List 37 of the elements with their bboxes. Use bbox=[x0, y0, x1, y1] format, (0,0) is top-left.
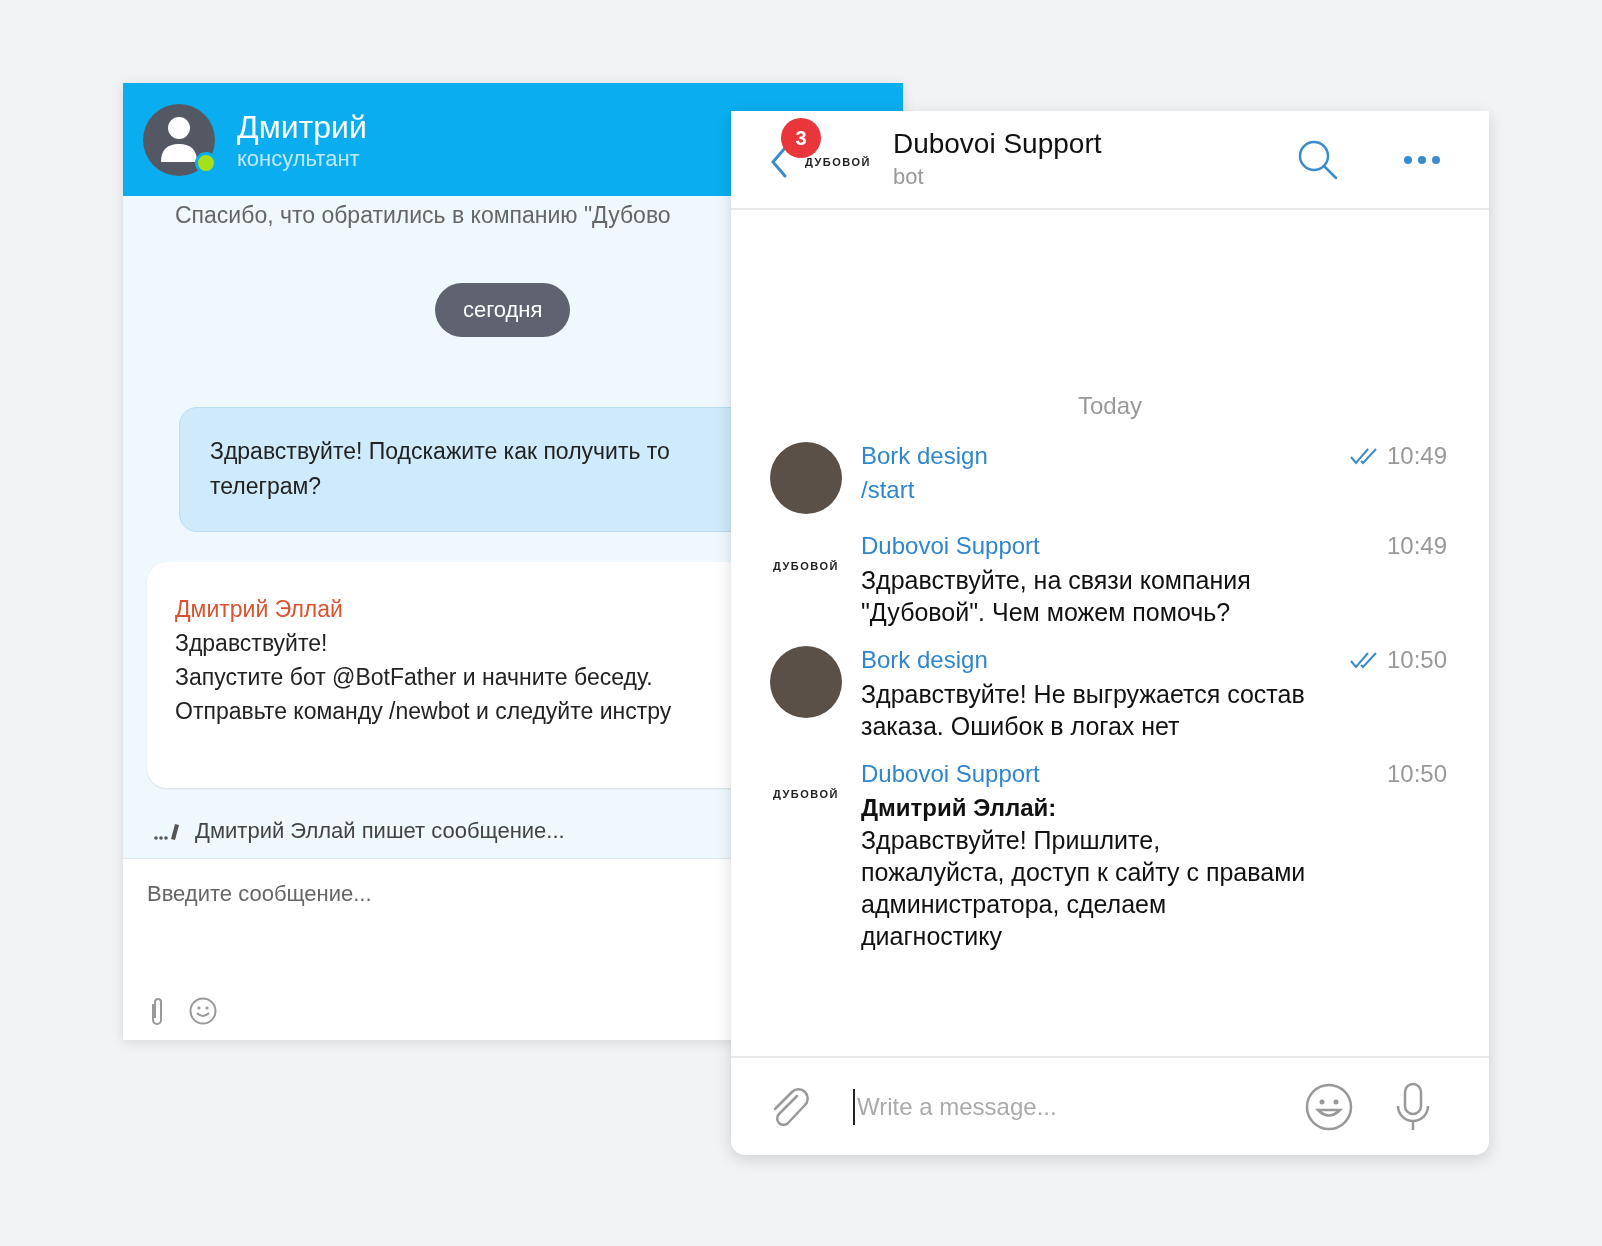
search-icon[interactable] bbox=[1297, 138, 1339, 181]
sender-name[interactable]: Bork design bbox=[861, 438, 988, 474]
message-text-line: телеграм? bbox=[210, 472, 322, 501]
consultant-name: Дмитрий bbox=[237, 107, 367, 146]
message-text-line: Запустите бот @BotFather и начните беседу. bbox=[175, 662, 653, 692]
consultant-role: консультант bbox=[237, 145, 361, 172]
sender-name[interactable]: Dubovoi Support bbox=[861, 528, 1040, 564]
message-text: Здравствуйте! Не выгружается состав заказа. Ошибок в логах нет bbox=[861, 679, 1306, 742]
more-options-icon[interactable] bbox=[1403, 154, 1441, 165]
message-time: 10:50 bbox=[1386, 759, 1447, 789]
date-separator: Today bbox=[1077, 391, 1142, 421]
message-author: Дмитрий Эллай: bbox=[861, 793, 1058, 823]
message-text-line: Отправьте команду /newbot и следуйте инстру bbox=[175, 696, 672, 726]
message-time: 10:49 bbox=[1386, 441, 1447, 471]
emoji-icon[interactable] bbox=[1305, 1082, 1353, 1131]
message-input[interactable]: Введите сообщение... bbox=[147, 877, 707, 910]
message-input[interactable]: Write a message... bbox=[853, 1088, 1305, 1125]
emoji-icon[interactable] bbox=[189, 997, 217, 1025]
message-author: Дмитрий Эллай bbox=[175, 594, 343, 624]
company-logo: ДУБОВОЙ bbox=[773, 787, 839, 802]
message-text: Здравствуйте, на связи компания "Дубовой". Чем можем помочь? bbox=[861, 565, 1252, 628]
message-text: Здравствуйте! Пришлите, пожалуйста, доступ к сайту с правами администратора, сделаем диагностику bbox=[861, 825, 1306, 952]
chat-title: Dubovoi Support bbox=[892, 126, 1102, 161]
bot-command-link[interactable]: /start bbox=[861, 474, 915, 506]
sender-name[interactable]: Bork design bbox=[861, 642, 988, 678]
intro-text: Спасибо, что обратились в компанию "Дубово bbox=[174, 201, 672, 230]
message-time: 10:49 bbox=[1386, 531, 1447, 561]
company-logo: ДУБОВОЙ bbox=[805, 155, 871, 171]
sender-name[interactable]: Dubovoi Support bbox=[861, 756, 1040, 792]
typing-status: Дмитрий Эллай пишет сообщение... bbox=[195, 816, 565, 845]
message-time: 10:50 bbox=[1386, 645, 1447, 675]
message-text-line: Здравствуйте! bbox=[175, 628, 328, 658]
company-logo: ДУБОВОЙ bbox=[773, 559, 839, 574]
unread-count-badge: 3 bbox=[781, 118, 821, 158]
date-pill: сегодня bbox=[435, 282, 571, 337]
chat-subtitle: bot bbox=[892, 162, 925, 191]
message-text-line: Здравствуйте! Подскажите как получить то bbox=[210, 437, 670, 466]
